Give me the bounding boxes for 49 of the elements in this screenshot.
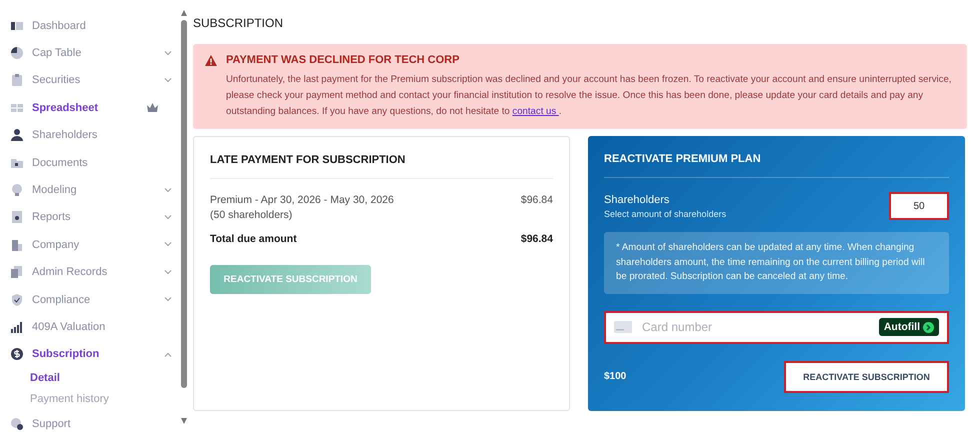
card-title: REACTIVATE PREMIUM PLAN (604, 153, 762, 165)
chat-support-icon (10, 416, 24, 431)
credit-card-icon (614, 321, 632, 333)
reactivate-button[interactable]: REACTIVATE SUBSCRIPTION (784, 360, 949, 392)
shield-check-icon (10, 292, 24, 307)
sidebar-item[interactable]: Securities (10, 66, 178, 94)
clipboard-icon (10, 73, 24, 88)
document-stack-icon (10, 265, 24, 280)
card-number-field[interactable]: Card number Autofill (604, 310, 949, 344)
submenu-item[interactable]: Detail (10, 368, 178, 390)
sidebar-item[interactable]: Reports (10, 204, 178, 232)
sidebar-item[interactable]: 409A Valuation (10, 313, 178, 341)
contact-link[interactable]: contact us (512, 106, 559, 117)
sidebar-item[interactable]: Compliance (10, 286, 178, 314)
report-icon (10, 210, 24, 224)
warning-icon (205, 54, 217, 66)
sidebar-item[interactable]: Company (10, 231, 178, 259)
line-item-note: (50 shareholders) (210, 208, 294, 223)
line-item-description: Premium - Apr 30, 2026 - May 30, 2026 (210, 193, 394, 208)
total-label: Total due amount (210, 232, 297, 247)
dollar-coin-icon (10, 347, 24, 362)
sidebar-item[interactable]: Cap Table (10, 39, 178, 67)
alert-message: Unfortunately, the last payment for the Premium subscription was declined and your account has been frozen. To reactivate your account and ensure uninterrupted service, please check your payment method and contact your financial institution to resolve the issue. Once this has been done, please update your card details and pay any outstanding balances. If you have any questions, do not hesitate to contact us . (226, 73, 952, 119)
line-item-amount: $96.84 (520, 193, 553, 208)
shareholders-field[interactable]: 50 (889, 192, 949, 220)
info-notice: * Amount of shareholders can be updated at any time. When changing shareholders amount, the time remaining on the current billing period will be prorated. Subscription can be canceled at any time. (604, 232, 949, 294)
sidebar-item[interactable]: Shareholders (10, 122, 178, 149)
person-icon (10, 128, 24, 142)
sidebar-item[interactable]: Spreadsheet (10, 94, 178, 122)
arrow-circle-icon (923, 322, 934, 332)
sidebar-item[interactable]: Documents (10, 148, 178, 176)
alert-title: PAYMENT WAS DECLINED FOR TECH CORP (226, 54, 460, 66)
building-icon (10, 238, 24, 252)
price: $100 (604, 371, 626, 382)
card-title: LATE PAYMENT FOR SUBSCRIPTION (210, 154, 406, 166)
pie-chart-icon (10, 46, 24, 60)
lightbulb-icon (10, 183, 24, 198)
submenu-item[interactable]: Payment history (10, 389, 178, 410)
sidebar-item[interactable]: Modeling (10, 176, 178, 204)
field-label: Shareholders (604, 194, 670, 206)
bar-chart-icon (10, 320, 24, 334)
sidebar-item[interactable]: Subscription (10, 340, 178, 368)
field-hint: Select amount of shareholders (604, 208, 726, 218)
total-amount: $96.84 (520, 232, 553, 247)
autofill-button[interactable]: Autofill (878, 318, 939, 336)
sidebar-item[interactable]: Admin Records (10, 258, 178, 286)
sidebar-item[interactable]: Dashboard (10, 12, 178, 40)
page-title: SUBSCRIPTION (193, 16, 284, 30)
sidebar-item[interactable]: Support (10, 410, 178, 438)
